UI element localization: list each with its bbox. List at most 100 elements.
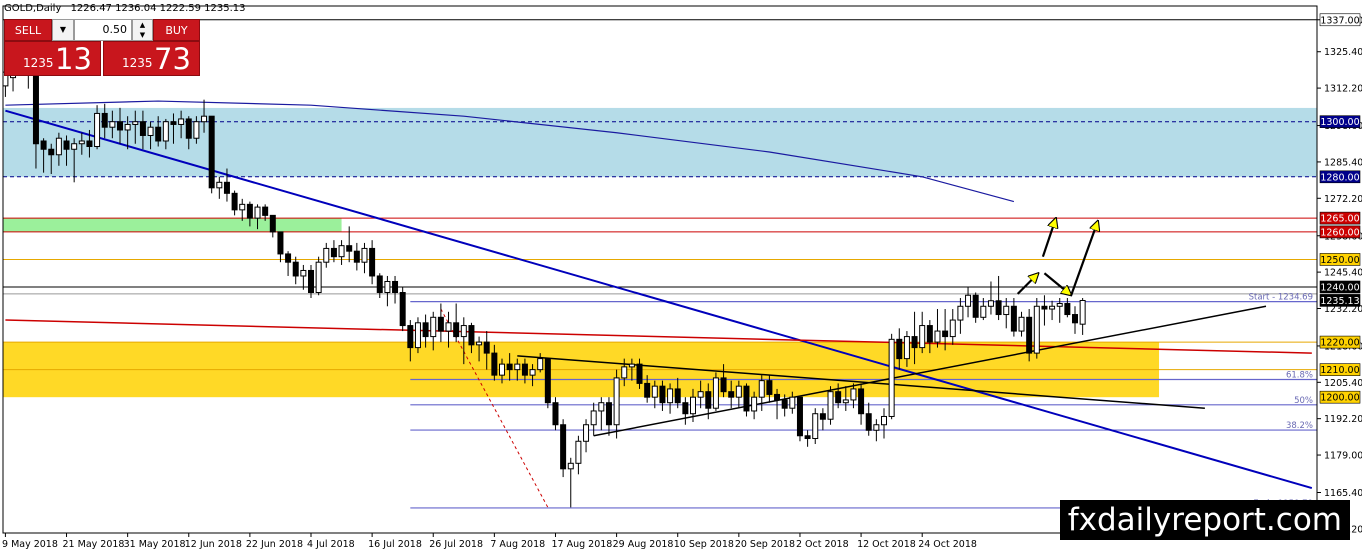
candle-body-57 [437, 316, 444, 332]
date-label-4: 22 Jun 2018 [246, 539, 303, 550]
candle-126 [965, 286, 972, 318]
candle-106 [812, 408, 819, 445]
candle-body-56 [430, 316, 437, 338]
buy-button[interactable]: BUY [153, 19, 200, 41]
candle-115 [881, 408, 887, 439]
candle-body-128 [980, 305, 987, 318]
candle-body-122 [934, 330, 941, 343]
date-label-9: 17 Aug 2018 [551, 539, 612, 550]
sell-button[interactable]: SELL [4, 19, 52, 41]
fib-label-1: 61.8% [1286, 371, 1313, 381]
candle-body-81 [621, 366, 628, 379]
candle-112 [858, 383, 865, 425]
candle-body-100 [766, 380, 773, 395]
candle-body-135 [1033, 305, 1040, 354]
candle-body-6 [48, 148, 55, 156]
date-label-1: 21 May 2018 [63, 539, 125, 550]
candle-27 [208, 115, 215, 194]
candle-body-123 [942, 330, 949, 338]
candle-body-40 [308, 269, 314, 294]
ohlc-readout: 1226.47 1236.04 1222.59 1235.13 [70, 3, 246, 14]
candle-42 [323, 242, 330, 268]
candle-body-46 [353, 250, 360, 263]
lot-spinner-icon[interactable]: ▲ ▼ [132, 19, 153, 41]
date-label-11: 10 Sep 2018 [674, 539, 734, 550]
candle-body-38 [292, 261, 299, 277]
zone-1 [3, 218, 342, 232]
candle-body-89 [682, 402, 689, 415]
candle-body-68 [521, 363, 528, 376]
date-label-10: 29 Aug 2018 [613, 539, 674, 550]
candle-body-37 [285, 253, 292, 263]
candle-body-77 [590, 410, 597, 426]
lot-dropdown-icon[interactable]: ▼ [52, 19, 74, 41]
candle-body-47 [361, 247, 368, 263]
fib-label-2: 50% [1294, 396, 1313, 406]
candle-body-4 [32, 71, 39, 145]
candle-body-115 [881, 415, 887, 426]
candle-48 [369, 240, 376, 285]
fib-connector-line [440, 308, 549, 508]
candle-body-139 [1064, 303, 1071, 316]
candle-140 [1072, 306, 1078, 334]
date-label-7: 26 Jul 2018 [429, 539, 483, 550]
candle-body-107 [819, 413, 826, 420]
candle-body-87 [667, 388, 674, 404]
price-tick-label-1: 1325.40 [1324, 47, 1362, 58]
candle-body-88 [674, 388, 681, 404]
plot-frame [2, 5, 1318, 534]
candle-105 [804, 430, 811, 447]
candle-body-70 [537, 358, 544, 371]
candle-body-90 [690, 396, 696, 415]
price-badge-label-3: 1265.00 [1320, 214, 1359, 225]
candle-36 [277, 231, 284, 263]
candle-body-28 [216, 181, 223, 189]
candle-body-78 [598, 402, 605, 412]
lot-size-input[interactable]: 0.50 [74, 19, 132, 41]
candle-141 [1079, 298, 1086, 335]
candle-108 [827, 386, 834, 425]
candle-body-96 [735, 385, 742, 398]
date-label-3: 12 Jun 2018 [185, 539, 242, 550]
gold-daily-chart[interactable]: Start - 1234.6961.8%50%38.2%End - 1159.7… [0, 0, 1362, 554]
fib-label-0: Start - 1234.69 [1249, 293, 1313, 303]
price-badge-label-8: 1220.00 [1320, 338, 1359, 349]
candle-body-23 [178, 118, 185, 125]
candle-body-133 [1018, 316, 1025, 332]
sell-quote-button[interactable]: 1235 13 [4, 41, 101, 76]
candle-body-36 [277, 231, 284, 255]
candle-body-131 [1003, 305, 1010, 316]
candle-body-75 [575, 440, 582, 464]
candle-71 [544, 358, 551, 409]
date-label-2: 31 May 2018 [124, 539, 186, 550]
buy-price-prefix: 1235 [122, 56, 153, 70]
candle-body-18 [139, 121, 146, 136]
candle-body-101 [774, 393, 781, 401]
candle-body-114 [873, 424, 880, 431]
sell-price-prefix: 1235 [23, 56, 54, 70]
candle-body-16 [124, 123, 131, 131]
candle-body-8 [63, 140, 70, 150]
date-label-15: 24 Oct 2018 [918, 539, 977, 550]
candle-body-49 [376, 275, 383, 294]
candle-body-120 [919, 325, 926, 349]
buy-quote-button[interactable]: 1235 73 [103, 41, 200, 76]
price-badge-label-2: 1280.00 [1320, 172, 1359, 183]
candle-body-138 [1056, 303, 1063, 307]
candle-44 [338, 240, 345, 265]
candle-41 [315, 256, 322, 296]
candle-body-130 [995, 300, 1002, 316]
date-label-6: 16 Jul 2018 [368, 539, 422, 550]
candle-body-99 [758, 380, 765, 398]
candle-body-141 [1079, 299, 1086, 325]
candle-body-39 [300, 269, 307, 277]
candle-73 [560, 419, 567, 478]
candle-body-80 [613, 377, 620, 426]
candle-body-136 [1041, 305, 1048, 310]
price-tick-label-10: 1205.40 [1324, 378, 1362, 389]
candle-body-110 [842, 399, 849, 404]
chart-header: GOLD,Daily 1226.47 1236.04 1222.59 1235.… [4, 3, 246, 14]
candle-body-12 [94, 112, 101, 147]
forecast-arrow-1 [1041, 218, 1056, 258]
candle-body-119 [911, 336, 918, 349]
